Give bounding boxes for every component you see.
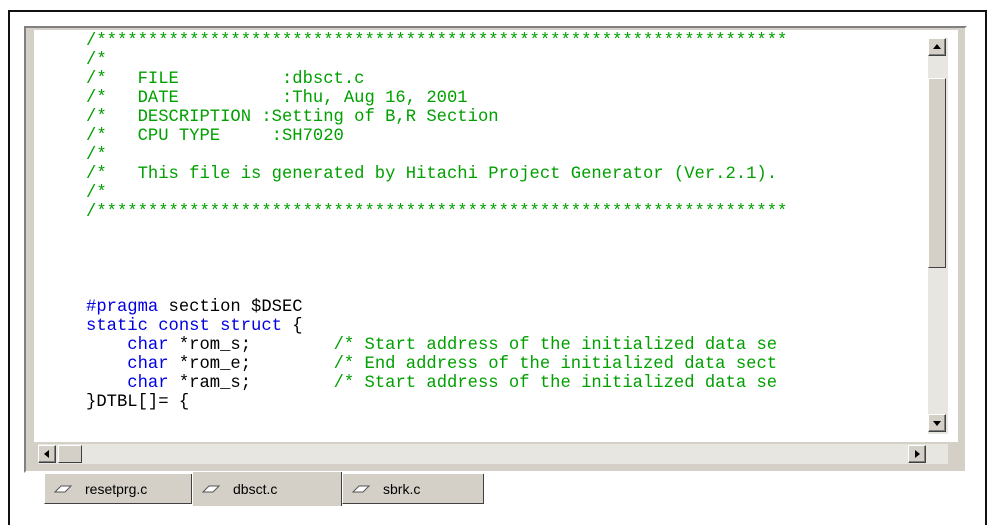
code-line: /***************************************… (86, 203, 787, 222)
code-comment: /* Start address of the initialized data… (333, 336, 778, 355)
code-line: static const struct { (86, 317, 787, 336)
code-token: }DTBL[]= { (86, 393, 190, 412)
scroll-up-button[interactable] (928, 38, 946, 56)
arrow-down-icon (933, 421, 941, 426)
code-line: /* This file is generated by Hitachi Pro… (86, 165, 787, 184)
code-line: char *rom_s; /* Start address of the ini… (86, 336, 787, 355)
code-line: /* DESCRIPTION :Setting of B,R Section (86, 108, 787, 127)
code-comment: /* (86, 146, 107, 165)
code-token: { (281, 317, 303, 336)
code-line: }DTBL[]= { (86, 393, 787, 412)
code-line: /* FILE :dbsct.c (86, 70, 787, 89)
code-token: section $DSEC (158, 298, 303, 317)
code-line: /* (86, 146, 787, 165)
code-line: char *rom_e; /* End address of the initi… (86, 355, 787, 374)
file-icon (201, 483, 221, 495)
code-token: *rom_s; (168, 336, 334, 355)
code-comment: /***************************************… (86, 32, 788, 51)
code-line: char *ram_s; /* Start address of the ini… (86, 374, 787, 393)
tab-resetprg[interactable]: resetprg.c (44, 474, 192, 504)
file-icon (53, 483, 73, 495)
code-keyword: char (127, 355, 169, 374)
scroll-right-button[interactable] (908, 445, 926, 463)
code-comment: /* Start address of the initialized data… (333, 374, 778, 393)
code-line: /* DATE :Thu, Aug 16, 2001 (86, 89, 787, 108)
code-comment: /* FILE :dbsct.c (86, 70, 365, 89)
code-token: *ram_s; (168, 374, 334, 393)
code-keyword: char (127, 374, 169, 393)
code-editor[interactable]: /***************************************… (34, 30, 958, 442)
scroll-left-button[interactable] (38, 445, 56, 463)
code-text[interactable]: /***************************************… (86, 32, 787, 412)
arrow-right-icon (915, 450, 920, 458)
code-keyword: static const struct (86, 317, 282, 336)
code-token: *rom_e; (168, 355, 334, 374)
arrow-left-icon (44, 450, 49, 458)
arrow-up-icon (933, 44, 941, 49)
code-line: /* CPU TYPE :SH7020 (86, 127, 787, 146)
file-icon (351, 483, 371, 495)
horizontal-scrollbar[interactable] (38, 444, 948, 464)
vertical-scrollbar[interactable] (928, 38, 948, 434)
code-comment: /* End address of the initialized data s… (333, 355, 778, 374)
code-comment: /* This file is generated by Hitachi Pro… (86, 165, 778, 184)
tab-label: sbrk.c (383, 480, 421, 497)
code-keyword: #pragma (86, 298, 159, 317)
code-line: /***************************************… (86, 32, 787, 51)
tab-label: dbsct.c (233, 481, 278, 497)
code-comment: /* (86, 184, 107, 203)
horizontal-scroll-thumb[interactable] (58, 445, 82, 463)
code-keyword: char (127, 336, 169, 355)
code-comment: /* (86, 51, 107, 70)
tab-label: resetprg.c (85, 480, 148, 497)
code-comment: /* DATE :Thu, Aug 16, 2001 (86, 89, 468, 108)
code-comment: /* CPU TYPE :SH7020 (86, 127, 344, 146)
tab-sbrk[interactable]: sbrk.c (342, 474, 484, 504)
tab-dbsct[interactable]: dbsct.c (192, 472, 342, 506)
scroll-down-button[interactable] (928, 414, 946, 432)
code-comment: /***************************************… (86, 203, 788, 222)
vertical-scroll-thumb[interactable] (928, 78, 946, 268)
code-comment: /* DESCRIPTION :Setting of B,R Section (86, 108, 499, 127)
code-line: #pragma section $DSEC (86, 298, 787, 317)
code-line: /* (86, 184, 787, 203)
code-line: /* (86, 51, 787, 70)
